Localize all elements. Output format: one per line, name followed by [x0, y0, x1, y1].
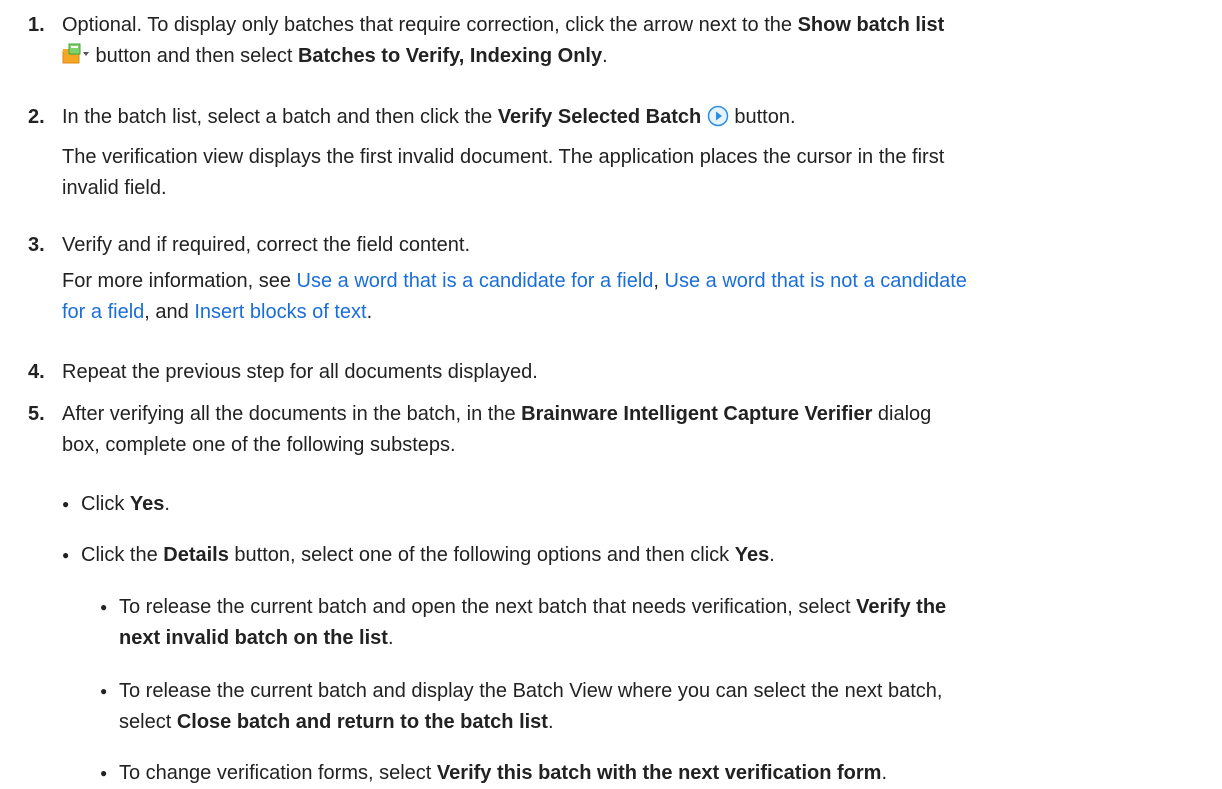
bullet: ●: [100, 600, 108, 614]
bullet: ●: [100, 684, 108, 698]
option-text: .: [547, 711, 554, 733]
step-number: 4.: [28, 361, 45, 383]
step-text-part: button and then select: [90, 45, 298, 67]
option-label: Verify this batch with the next verifica…: [436, 762, 882, 784]
step-text: After verifying all the documents in the…: [62, 399, 1208, 461]
step-text: Optional. To display only batches that r…: [62, 10, 1208, 76]
step-text-part: Optional. To display only batches that r…: [62, 14, 798, 36]
verify-selected-batch-label: Verify Selected Batch: [497, 106, 702, 128]
option-label: next invalid batch on the list: [119, 627, 388, 649]
substep-text: button, select one of the following opti…: [228, 544, 735, 566]
step-text-part: .: [602, 45, 608, 67]
link-use-non-candidate-word-cont[interactable]: for a field: [62, 301, 144, 323]
step-text: Repeat the previous step for all documen…: [62, 361, 538, 383]
option-label: Close batch and return to the batch list: [176, 711, 548, 733]
bullet: ●: [100, 766, 108, 780]
step-text-part: , and: [144, 301, 195, 323]
option-text: .: [387, 627, 394, 649]
step-text: Verify and if required, correct the fiel…: [62, 230, 1208, 328]
option-verify-next-invalid: ● To release the current batch and open …: [100, 592, 1209, 654]
bullet: ●: [62, 548, 70, 562]
step-text-part: In the batch list, select a batch and th…: [62, 106, 498, 128]
step-note-line: invalid field.: [62, 177, 167, 199]
step-text-part: After verifying all the documents in the…: [62, 403, 522, 425]
substep-text: .: [769, 544, 775, 566]
link-use-non-candidate-word[interactable]: Use a word that is not a candidate: [665, 270, 967, 292]
step-text-part: button.: [728, 106, 796, 128]
link-insert-blocks-of-text[interactable]: Insert blocks of text: [194, 301, 366, 323]
option-next-verification-form: ● To change verification forms, select V…: [100, 758, 1209, 789]
step-number: 3.: [28, 234, 45, 256]
step-number: 1.: [28, 14, 45, 36]
substep-click-yes: ● Click Yes.: [62, 489, 170, 520]
step-note-line: The verification view displays the first…: [62, 146, 945, 168]
show-batch-list-icon[interactable]: [62, 42, 90, 76]
details-label: Details: [163, 544, 229, 566]
option-text: select: [119, 711, 177, 733]
verifier-dialog-label: Brainware Intelligent Capture Verifier: [521, 403, 873, 425]
step-number: 2.: [28, 106, 45, 128]
step-note: The verification view displays the first…: [62, 142, 1208, 204]
substep-text: Click: [81, 493, 130, 515]
option-close-batch: ● To release the current batch and displ…: [100, 676, 1209, 738]
substep-text: Click the: [81, 544, 164, 566]
step-text: In the batch list, select a batch and th…: [62, 102, 1208, 204]
yes-label: Yes: [129, 493, 165, 515]
option-text: To release the current batch and display…: [119, 680, 943, 702]
substep-text: .: [164, 493, 170, 515]
step-text-part: ,: [653, 270, 665, 292]
step-text-part: .: [366, 301, 373, 323]
batches-to-verify-label: Batches to Verify, Indexing Only: [297, 45, 603, 67]
option-text: To release the current batch and open th…: [119, 596, 857, 618]
step-text-part: Verify and if required, correct the fiel…: [62, 234, 470, 256]
step-number: 5.: [28, 403, 45, 425]
show-batch-list-label: Show batch list: [797, 14, 945, 36]
yes-label: Yes: [734, 544, 770, 566]
step-text-part: For more information, see: [62, 270, 297, 292]
substep-click-details: ● Click the Details button, select one o…: [62, 540, 775, 571]
step-text-part: box, complete one of the following subst…: [62, 434, 456, 456]
option-text: .: [881, 762, 888, 784]
bullet: ●: [62, 497, 70, 511]
link-use-candidate-word[interactable]: Use a word that is a candidate for a fie…: [297, 270, 654, 292]
step-text-part: dialog: [872, 403, 932, 425]
option-label: Verify the: [856, 596, 947, 618]
verify-play-icon[interactable]: [707, 105, 729, 137]
option-text: To change verification forms, select: [119, 762, 437, 784]
